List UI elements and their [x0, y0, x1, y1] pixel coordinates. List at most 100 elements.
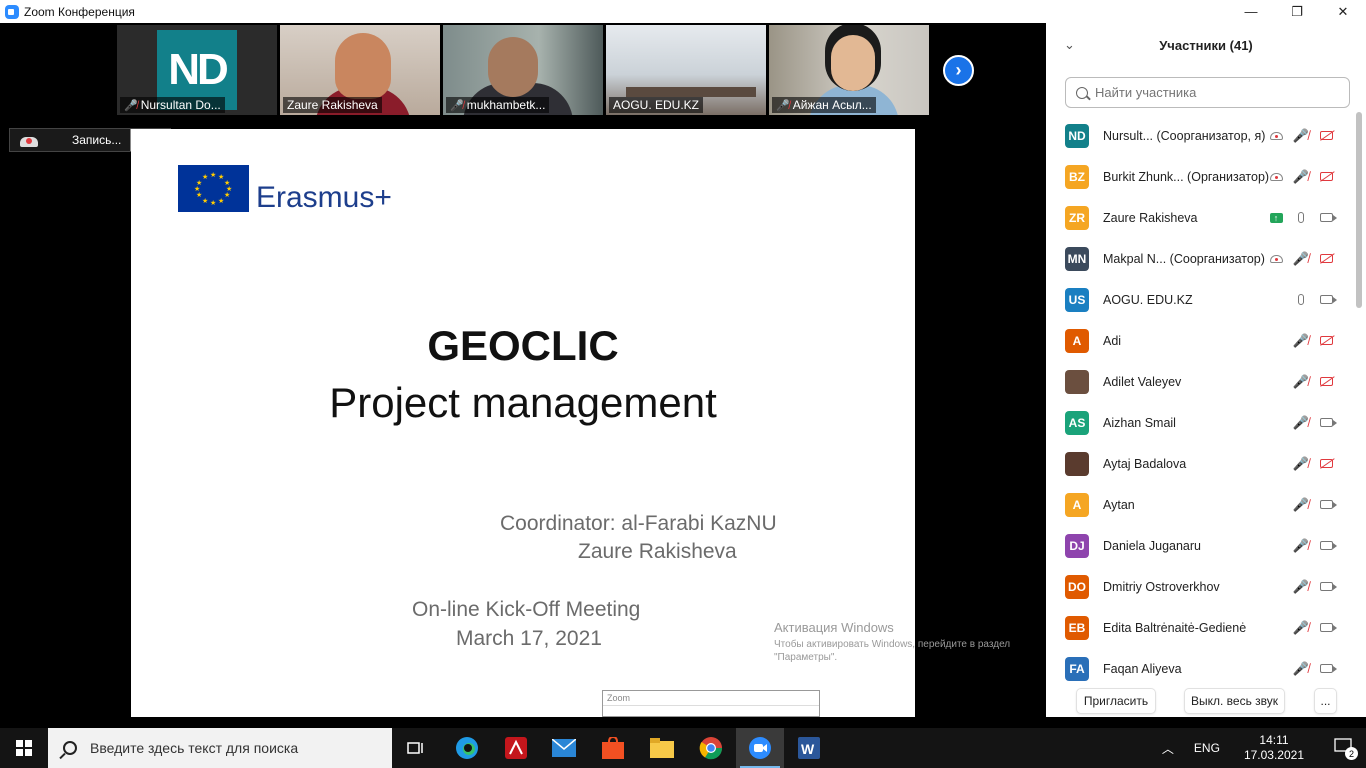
mic-muted-icon[interactable]: 🎤̸	[1293, 128, 1309, 143]
mic-muted-icon[interactable]: 🎤̸	[1293, 456, 1309, 471]
participant-row[interactable]: DO Dmitriy Ostroverkhov 🎤̸	[1046, 566, 1354, 607]
mute-all-button[interactable]: Выкл. весь звук	[1184, 688, 1285, 714]
windows-activation-title: Активация Windows	[774, 620, 894, 635]
video-thumbnail[interactable]: ND 🎤̸ Nursultan Do...	[117, 25, 277, 115]
video-thumbnail[interactable]: 🎤̸ Айжан Асыл...	[769, 25, 929, 115]
mic-muted-icon[interactable]: 🎤̸	[1293, 169, 1309, 184]
cloud-recording-icon[interactable]	[1268, 170, 1284, 184]
language-indicator[interactable]: ENG	[1194, 741, 1220, 755]
mic-muted-icon[interactable]: 🎤̸	[1292, 332, 1310, 348]
camera-icon[interactable]	[1318, 211, 1337, 225]
mic-muted-icon[interactable]: 🎤̸	[1293, 415, 1309, 430]
video-thumbnail-active-speaker[interactable]: Zaure Rakisheva	[280, 25, 440, 115]
chrome-app-button[interactable]	[687, 728, 735, 768]
participant-row[interactable]: Adilet Valeyev 🎤̸	[1046, 361, 1354, 402]
participant-row[interactable]: A Aytan 🎤̸	[1046, 484, 1354, 525]
camera-icon[interactable]	[1318, 293, 1337, 307]
participant-search-input[interactable]	[1095, 85, 1335, 100]
maximize-button[interactable]: ❐	[1274, 0, 1320, 23]
mic-icon-glyph	[1298, 212, 1304, 223]
taskbar-search[interactable]: Введите здесь текст для поиска	[48, 728, 392, 768]
participant-row[interactable]: ND Nursult... (Соорганизатор, я) 🎤̸	[1046, 115, 1354, 156]
mic-muted-icon-glyph: 🎤̸	[1292, 332, 1310, 348]
camera-icon[interactable]	[1318, 621, 1337, 635]
camera-icon[interactable]	[1318, 580, 1337, 594]
zoom-popup-title: Zoom	[603, 691, 819, 706]
thumbnail-name: Nursultan Do...	[140, 98, 221, 112]
participant-row[interactable]: Aytaj Badalova 🎤̸	[1046, 443, 1354, 484]
participant-status-icons: 🎤̸	[1292, 496, 1337, 512]
camera-off-icon[interactable]	[1318, 375, 1334, 389]
participant-row[interactable]: EB Edita Baltrėnaitė-Gedienė 🎤̸	[1046, 607, 1354, 648]
participant-status-icons: 🎤̸	[1293, 579, 1337, 594]
next-page-arrow-icon[interactable]: ›	[943, 55, 974, 86]
mic-icon[interactable]	[1293, 211, 1309, 225]
word-app-button[interactable]: W	[785, 728, 833, 768]
mic-muted-icon-glyph: 🎤̸	[1292, 496, 1310, 512]
mic-muted-icon[interactable]: 🎤̸	[1293, 251, 1309, 266]
camera-icon[interactable]	[1318, 498, 1337, 512]
invite-button[interactable]: Пригласить	[1076, 688, 1156, 714]
edge-app-button[interactable]	[443, 728, 491, 768]
camera-off-icon[interactable]	[1318, 129, 1334, 143]
camera-off-icon-glyph	[1319, 131, 1333, 140]
zoom-popup-window[interactable]: Zoom	[602, 690, 820, 717]
participant-search[interactable]	[1065, 77, 1350, 108]
avatar: MN	[1065, 246, 1089, 271]
mic-icon[interactable]	[1293, 293, 1309, 307]
avatar: BZ	[1065, 164, 1089, 189]
cloud-recording-icon[interactable]	[1268, 129, 1284, 143]
camera-off-icon[interactable]	[1318, 334, 1334, 348]
participant-row[interactable]: ZR Zaure Rakisheva ↑	[1046, 197, 1354, 238]
scrollbar-thumb[interactable]	[1356, 112, 1362, 308]
store-icon	[602, 737, 624, 759]
camera-off-icon[interactable]	[1318, 457, 1334, 471]
erasmus-logo-text: Erasmus+	[256, 181, 392, 214]
video-thumbnail[interactable]: AOGU. EDU.KZ	[606, 25, 766, 115]
participant-row[interactable]: FA Faqan Aliyeva 🎤̸	[1046, 648, 1354, 681]
participant-status-icons: 🎤̸	[1268, 169, 1334, 184]
participant-row[interactable]: A Adi 🎤̸	[1046, 320, 1354, 361]
participant-row[interactable]: DJ Daniela Juganaru 🎤̸	[1046, 525, 1354, 566]
mic-icon-glyph	[1298, 294, 1304, 305]
tray-chevron-up-icon[interactable]: ︿	[1162, 740, 1174, 757]
mic-muted-icon[interactable]: 🎤̸	[1292, 496, 1310, 512]
mic-muted-icon[interactable]: 🎤̸	[1293, 661, 1309, 676]
camera-off-icon[interactable]	[1318, 252, 1334, 266]
participant-row[interactable]: US AOGU. EDU.KZ	[1046, 279, 1354, 320]
notifications-button[interactable]: 2	[1334, 738, 1358, 760]
camera-icon-glyph	[1319, 295, 1337, 304]
participant-list-scrollbar[interactable]	[1356, 112, 1362, 672]
start-button[interactable]	[0, 728, 48, 768]
camera-icon[interactable]	[1318, 539, 1337, 553]
video-thumbnail[interactable]: 🎤̸ mukhambetk...	[443, 25, 603, 115]
mic-muted-icon[interactable]: 🎤̸	[1292, 373, 1310, 389]
file-explorer-button[interactable]	[638, 728, 686, 768]
task-view-button[interactable]	[392, 728, 440, 768]
camera-off-icon[interactable]	[1318, 170, 1334, 184]
store-app-button[interactable]	[589, 728, 637, 768]
folder-icon	[650, 738, 674, 758]
participant-row[interactable]: MN Makpal N... (Соорганизатор) 🎤̸	[1046, 238, 1354, 279]
avatar: DO	[1065, 574, 1089, 599]
cloud-recording-icon[interactable]	[1268, 252, 1284, 266]
participant-row[interactable]: AS Aizhan Smail 🎤̸	[1046, 402, 1354, 443]
mic-muted-icon[interactable]: 🎤̸	[1293, 579, 1309, 594]
thumbnail-nameplate: AOGU. EDU.KZ	[609, 97, 704, 113]
acrobat-app-button[interactable]	[492, 728, 540, 768]
mic-muted-icon[interactable]: 🎤̸	[1293, 620, 1309, 635]
more-options-button[interactable]: ...	[1314, 688, 1337, 714]
mic-muted-icon: 🎤̸	[124, 99, 138, 112]
participant-row[interactable]: BZ Burkit Zhunk... (Организатор) 🎤̸	[1046, 156, 1354, 197]
clock[interactable]: 14:11 17.03.2021	[1244, 733, 1304, 763]
zoom-app-button[interactable]	[736, 728, 784, 768]
chevron-down-icon[interactable]: ⌄	[1064, 37, 1075, 53]
mic-muted-icon[interactable]: 🎤̸	[1293, 538, 1309, 553]
screen-share-icon[interactable]: ↑	[1268, 211, 1284, 225]
camera-icon[interactable]	[1318, 662, 1337, 676]
close-button[interactable]: ✕	[1320, 0, 1366, 23]
mic-muted-icon-glyph: 🎤̸	[1292, 373, 1310, 389]
camera-icon[interactable]	[1318, 416, 1337, 430]
mail-app-button[interactable]	[540, 728, 588, 768]
minimize-button[interactable]: —	[1228, 0, 1274, 23]
